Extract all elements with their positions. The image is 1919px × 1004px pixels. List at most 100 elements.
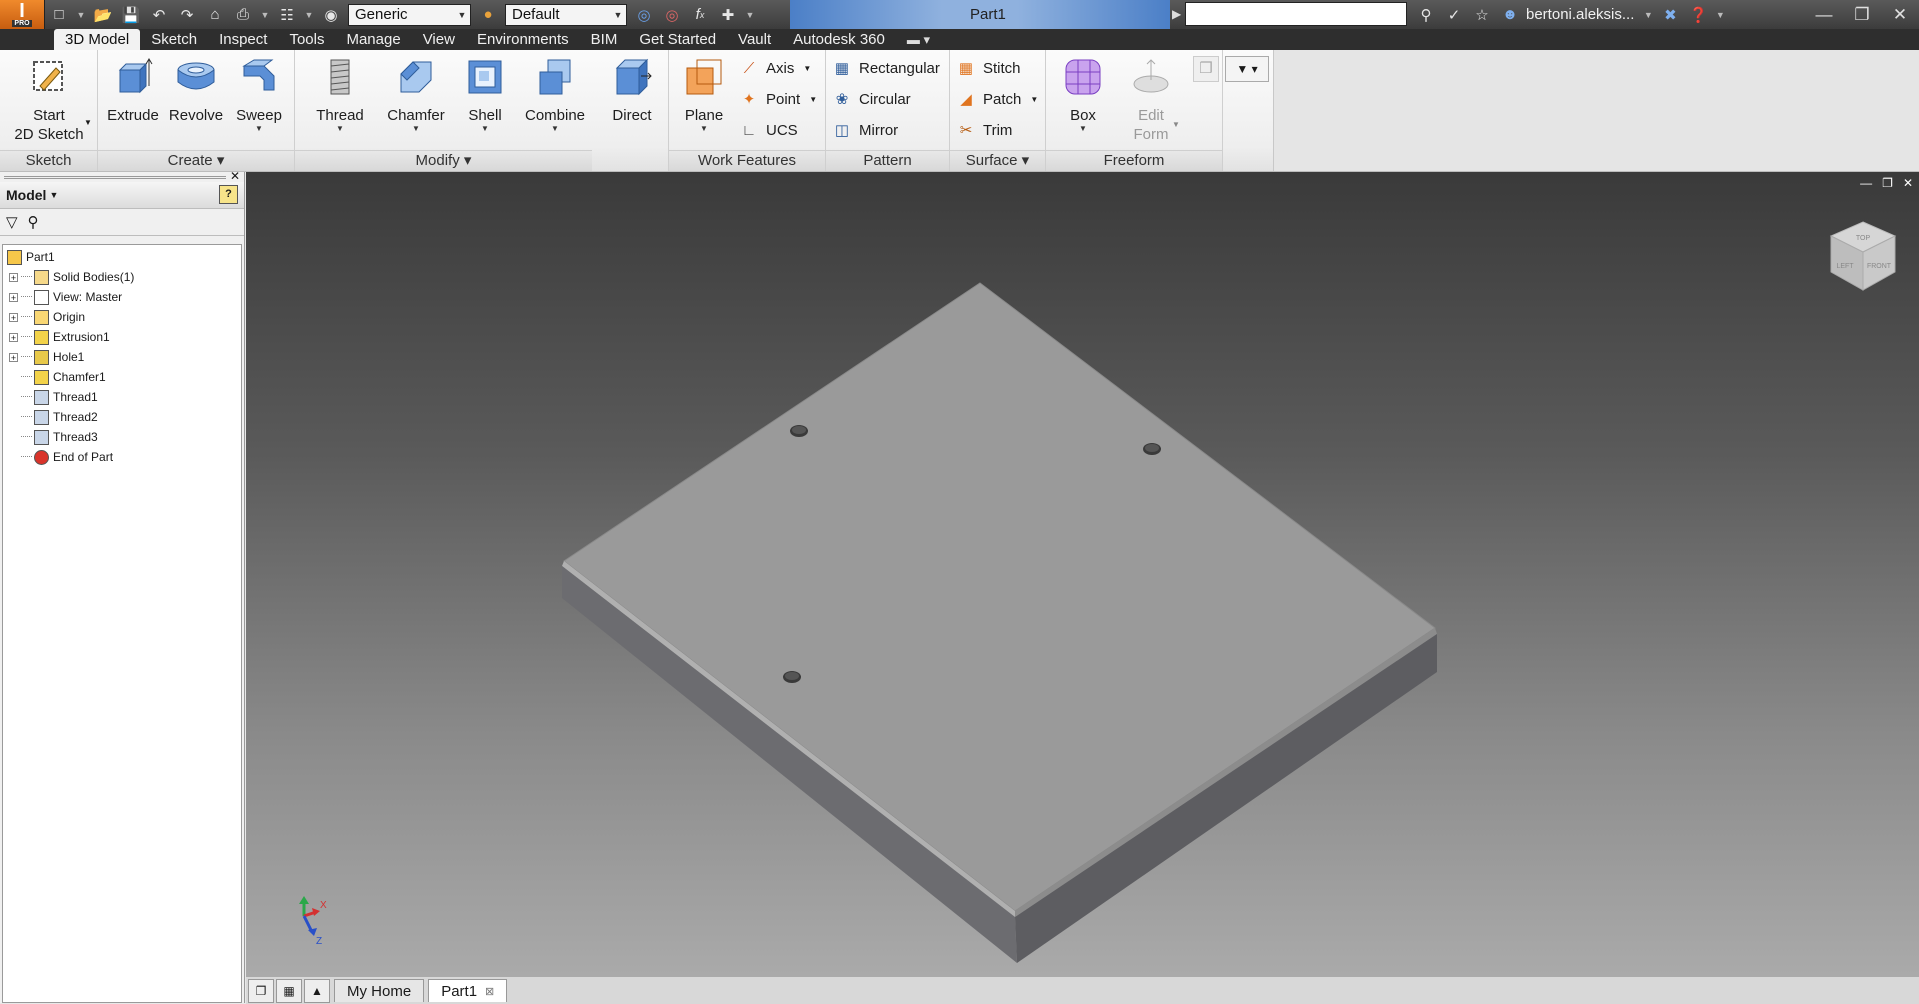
new-dropdown-icon[interactable]: ▼	[75, 4, 87, 26]
expand-icon[interactable]: +	[9, 332, 18, 342]
binoculars-search-icon[interactable]: ⚲	[1414, 4, 1438, 26]
tree-node-end-of-part[interactable]: End of Part	[21, 447, 113, 467]
chevron-down-icon[interactable]: ▼	[673, 125, 735, 133]
expand-icon[interactable]: +	[9, 352, 18, 362]
appearance-select[interactable]: Default ▼	[505, 3, 627, 26]
chevron-down-icon[interactable]: ▼	[1030, 95, 1038, 104]
measure-icon[interactable]: ✚	[716, 4, 740, 26]
fx-parameters-icon[interactable]: fx	[688, 4, 712, 26]
help-search-input[interactable]	[1185, 2, 1407, 26]
tab-get-started[interactable]: Get Started	[628, 29, 727, 50]
viewcube[interactable]: TOP LEFT FRONT	[1823, 216, 1903, 306]
minimize-icon[interactable]: —	[1805, 0, 1843, 29]
tree-node-chamfer1[interactable]: Chamfer1	[21, 367, 106, 387]
expand-icon[interactable]: +	[9, 292, 18, 302]
threaded-hole[interactable]	[790, 425, 808, 437]
application-menu-button[interactable]: I PRO	[0, 0, 45, 29]
tab-manage[interactable]: Manage	[335, 29, 411, 50]
doc-tab-part1[interactable]: Part1 ⊠	[428, 979, 508, 1002]
tab-view[interactable]: View	[412, 29, 466, 50]
chevron-down-icon[interactable]: ▼	[1052, 125, 1114, 133]
expand-icon[interactable]: +	[9, 312, 18, 322]
direct-edit-button[interactable]: Direct	[601, 54, 663, 125]
modify-group-label[interactable]: Modify ▾	[295, 150, 592, 171]
ribbon-minimize-icon[interactable]: ▬ ▾	[896, 29, 941, 50]
help-icon[interactable]: ❓	[1686, 4, 1710, 26]
clear-appearance-icon[interactable]: ◎	[660, 4, 684, 26]
tree-node-extrusion1[interactable]: + Extrusion1	[9, 327, 110, 347]
chevron-down-icon[interactable]: ▼	[1172, 120, 1180, 129]
rectangular-pattern-button[interactable]: ▦ Rectangular	[832, 55, 940, 81]
mirror-button[interactable]: ◫ Mirror	[832, 117, 898, 143]
chevron-down-icon[interactable]: ▼	[515, 125, 595, 133]
exchange-apps-icon[interactable]: ✖	[1658, 4, 1682, 26]
shell-button[interactable]: Shell ▼	[455, 54, 515, 133]
user-name[interactable]: bertoni.aleksis...	[1526, 6, 1634, 23]
combine-button[interactable]: Combine ▼	[515, 54, 595, 133]
sweep-button[interactable]: Sweep ▼	[228, 54, 290, 133]
tree-node-solid-bodies[interactable]: + Solid Bodies(1)	[9, 267, 134, 287]
chevron-down-icon[interactable]: ▼	[809, 95, 817, 104]
tree-node-thread2[interactable]: Thread2	[21, 407, 98, 427]
tab-vault[interactable]: Vault	[727, 29, 782, 50]
tree-node-thread3[interactable]: Thread3	[21, 427, 98, 447]
box-freeform-button[interactable]: Box ▼	[1052, 54, 1114, 133]
customize-qat-icon[interactable]: ▼	[744, 4, 756, 26]
title-scroll-arrow-icon[interactable]: ▶	[1172, 7, 1181, 21]
material-select[interactable]: Generic ▼	[348, 3, 471, 26]
filter-icon[interactable]: ▽	[6, 213, 18, 231]
tab-3d-model[interactable]: 3D Model	[54, 29, 141, 50]
circular-pattern-button[interactable]: ❀ Circular	[832, 86, 911, 112]
chevron-down-icon[interactable]: ▼	[455, 125, 515, 133]
expand-icon[interactable]: +	[9, 272, 18, 282]
tab-tools[interactable]: Tools	[278, 29, 335, 50]
thread-button[interactable]: Thread ▼	[303, 54, 377, 133]
chevron-down-icon[interactable]: ▼	[303, 125, 377, 133]
open-documents-icon[interactable]: ▲	[304, 978, 330, 1003]
tile-windows-icon[interactable]: ▦	[276, 978, 302, 1003]
tree-node-hole1[interactable]: + Hole1	[9, 347, 84, 367]
tree-node-origin[interactable]: + Origin	[9, 307, 85, 327]
tab-bim[interactable]: BIM	[580, 29, 629, 50]
close-icon[interactable]: ✕	[230, 169, 240, 183]
print-icon[interactable]: ⎙	[231, 4, 255, 26]
tree-node-part1[interactable]: Part1	[7, 247, 55, 267]
update-dropdown-icon[interactable]: ▼	[303, 4, 315, 26]
close-icon[interactable]: ✕	[1881, 0, 1919, 29]
browser-grip[interactable]: ✕	[0, 169, 244, 183]
user-icon[interactable]: ☻	[1498, 4, 1522, 26]
favorites-star-icon[interactable]: ☆	[1470, 4, 1494, 26]
cascade-windows-icon[interactable]: ❐	[248, 978, 274, 1003]
graphics-viewport[interactable]: — ❐ ✕ TOP LEFT FRONT X Z	[246, 172, 1919, 976]
undo-icon[interactable]: ↶	[147, 4, 171, 26]
chamfer-button[interactable]: Chamfer ▼	[377, 54, 455, 133]
point-button[interactable]: ✦ Point ▼	[739, 86, 817, 112]
edit-form-button[interactable]: Edit Form	[1120, 54, 1182, 144]
redo-icon[interactable]: ↷	[175, 4, 199, 26]
chevron-down-icon[interactable]: ▼	[84, 118, 92, 127]
tab-autodesk-360[interactable]: Autodesk 360	[782, 29, 896, 50]
user-dropdown-icon[interactable]: ▼	[1642, 4, 1654, 26]
print-dropdown-icon[interactable]: ▼	[259, 4, 271, 26]
plate-top-face[interactable]	[563, 282, 1436, 912]
threaded-hole[interactable]	[783, 671, 801, 683]
ucs-button[interactable]: ∟ UCS	[739, 117, 798, 143]
chevron-down-icon[interactable]: ▼	[228, 125, 290, 133]
help-dropdown-icon[interactable]: ▼	[1714, 4, 1726, 26]
tab-sketch[interactable]: Sketch	[140, 29, 208, 50]
threaded-hole[interactable]	[1143, 443, 1161, 455]
surface-group-label[interactable]: Surface ▾	[950, 150, 1045, 171]
home-icon[interactable]: ⌂	[203, 4, 227, 26]
restore-icon[interactable]: ❐	[1843, 0, 1881, 29]
save-icon[interactable]: 💾	[119, 4, 143, 26]
ribbon-options-dropdown[interactable]: ▼ ▾	[1225, 56, 1269, 82]
doc-tab-my-home[interactable]: My Home	[334, 979, 425, 1002]
stitch-button[interactable]: ▦ Stitch	[956, 55, 1021, 81]
update-icon[interactable]: ☷	[275, 4, 299, 26]
subscription-icon[interactable]: ✓	[1442, 4, 1466, 26]
chevron-down-icon[interactable]: ▼	[803, 64, 811, 73]
new-file-icon[interactable]: □	[47, 4, 71, 26]
browser-title[interactable]: Model	[6, 187, 46, 203]
tree-node-thread1[interactable]: Thread1	[21, 387, 98, 407]
trim-button[interactable]: ✂ Trim	[956, 117, 1013, 143]
